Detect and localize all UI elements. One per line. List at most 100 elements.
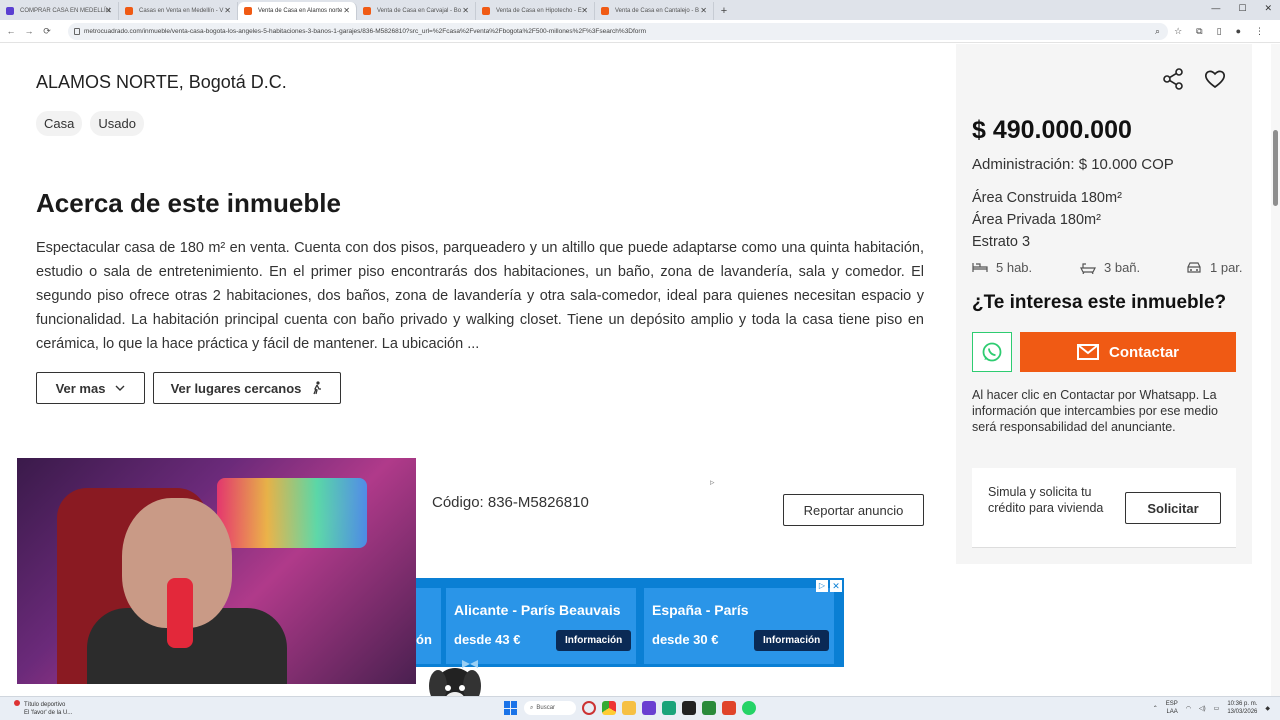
ver-mas-button[interactable]: Ver mas (36, 372, 145, 404)
ver-mas-label: Ver mas (55, 380, 106, 396)
ad-info-button[interactable]: Información (754, 630, 830, 651)
reload-icon[interactable]: ⟳ (40, 26, 54, 37)
extensions-icon[interactable]: ⧉ (1196, 26, 1202, 37)
feature-bedrooms: 5 hab. (972, 260, 1032, 275)
close-icon[interactable]: ✕ (581, 6, 588, 15)
close-icon[interactable]: ✕ (343, 6, 350, 15)
tab-favicon-icon (482, 7, 490, 15)
chevron-up-icon[interactable]: ⌃ (1153, 705, 1158, 712)
share-icon[interactable] (1162, 68, 1184, 90)
battery-icon[interactable]: ▭ (1214, 705, 1220, 712)
listing-code: Código: 836-M5826810 (432, 494, 589, 511)
window-controls: — ☐ ✕ (1211, 3, 1272, 14)
browser-tab[interactable]: Casas en Venta en Medellín - V ✕ (119, 2, 238, 20)
tab-label: Venta de Casa en Hipotecho - E (496, 8, 582, 14)
contactar-label: Contactar (1108, 343, 1179, 361)
bed-icon (972, 263, 988, 272)
chrome-icon[interactable] (602, 701, 616, 715)
url-field[interactable]: metrocuadrado.com/inmueble/venta-casa-bo… (68, 22, 1168, 40)
profile-avatar-icon[interactable]: ● (1236, 26, 1241, 37)
brave-icon[interactable] (722, 701, 736, 715)
estrato: Estrato 3 (972, 234, 1031, 250)
bookmark-star-icon[interactable]: ☆ (1174, 26, 1182, 37)
forward-icon[interactable]: → (22, 26, 36, 36)
news-title: Título deportivo (24, 702, 66, 708)
whatsapp-button[interactable] (972, 332, 1012, 372)
tab-label: COMPRAR CASA EN MEDELLÍN (20, 8, 111, 14)
browser-tab[interactable]: Venta de Casa en Carvajal - Bo ✕ (357, 2, 476, 20)
administration-fee: Administración: $ 10.000 COP (972, 156, 1174, 173)
language-indicator[interactable]: ESP LAA (1166, 700, 1178, 716)
ad-close-icon[interactable]: ✕ (830, 580, 842, 592)
heart-icon[interactable] (1204, 68, 1226, 90)
close-window-icon[interactable]: ✕ (1264, 3, 1272, 14)
credit-text: Simula y solicita tu crédito para vivien… (988, 485, 1104, 515)
sidebar-icon[interactable]: ▯ (1217, 26, 1222, 37)
tag-condition: Usado (90, 111, 144, 136)
solicitar-button[interactable]: Solicitar (1125, 492, 1221, 524)
feature-parking: 1 par. (1186, 260, 1243, 275)
walking-person-icon (313, 381, 322, 395)
tab-label: Casas en Venta en Medellín - V (139, 8, 224, 14)
new-tab-button[interactable]: + (714, 2, 734, 20)
mouse-cursor-icon: ▹ (710, 477, 715, 487)
time-label: 10:36 p. m. (1227, 701, 1258, 707)
wifi-icon[interactable]: ◠ (1186, 705, 1191, 712)
url-text: metrocuadrado.com/inmueble/venta-casa-bo… (84, 27, 647, 35)
tab-favicon-icon (363, 7, 371, 15)
close-icon[interactable]: ✕ (224, 6, 231, 15)
windows-start-icon[interactable] (504, 701, 518, 715)
ad-info-button[interactable]: Información (556, 630, 632, 651)
ad-card[interactable]: ón (416, 588, 441, 664)
menu-icon[interactable]: ⋮ (1255, 26, 1264, 37)
app-icon[interactable] (682, 701, 696, 715)
close-icon[interactable]: ✕ (462, 6, 469, 15)
scroll-thumb[interactable] (1273, 130, 1278, 206)
app-icon[interactable] (662, 701, 676, 715)
whatsapp-icon[interactable] (742, 701, 756, 715)
lang-label-2: LAA (1166, 709, 1178, 715)
tab-favicon-icon (125, 7, 133, 15)
close-icon[interactable]: ✕ (105, 6, 112, 15)
browser-tab[interactable]: Venta de Casa en Hipotecho - E ✕ (476, 2, 595, 20)
browser-tab-active[interactable]: Venta de Casa en Alamos norte ✕ (238, 2, 357, 20)
tab-label: Venta de Casa en Alamos norte (258, 8, 343, 14)
terminal-icon[interactable] (702, 701, 716, 715)
ad-card-title: Alicante - París Beauvais (454, 602, 621, 618)
ad-card[interactable]: Alicante - París Beauvais desde 43 € Inf… (446, 588, 636, 664)
ad-info-icon[interactable]: ▷ (816, 580, 828, 592)
news-badge-icon (14, 700, 20, 706)
contactar-button[interactable]: Contactar (1020, 332, 1236, 372)
minimize-icon[interactable]: — (1211, 3, 1220, 14)
listing-description: Espectacular casa de 180 m² en venta. Cu… (36, 240, 924, 352)
contact-disclaimer: Al hacer clic en Contactar por Whatsapp.… (972, 388, 1218, 434)
page-scrollbar[interactable] (1271, 44, 1280, 696)
parking-label: 1 par. (1210, 260, 1243, 275)
ad-card[interactable]: España - París desde 30 € Información (644, 588, 834, 664)
feature-bathrooms: 3 bañ. (1080, 260, 1140, 275)
browser-tab[interactable]: COMPRAR CASA EN MEDELLÍN ✕ (0, 2, 119, 20)
app-icon[interactable] (642, 701, 656, 715)
opera-icon[interactable] (582, 701, 596, 715)
news-subtitle: El 'favor' de la U... (24, 710, 73, 716)
file-explorer-icon[interactable] (622, 701, 636, 715)
close-icon[interactable]: ✕ (700, 6, 707, 15)
back-icon[interactable]: ← (4, 26, 18, 36)
clock[interactable]: 10:36 p. m. 13/03/2026 (1227, 700, 1257, 716)
reportar-anuncio-button[interactable]: Reportar anuncio (783, 494, 924, 526)
news-widget[interactable]: Título deportivo El 'favor' de la U... (14, 700, 72, 717)
os-taskbar: Título deportivo El 'favor' de la U... ⌕… (0, 696, 1280, 720)
ad-banner[interactable]: ón Alicante - París Beauvais desde 43 € … (416, 578, 844, 667)
volume-icon[interactable]: ◁) (1199, 705, 1206, 712)
maximize-icon[interactable]: ☐ (1238, 3, 1246, 14)
notification-icon[interactable]: ◆ (1265, 705, 1270, 712)
lang-label: ESP (1165, 701, 1178, 707)
taskbar-search[interactable]: ⌕ Buscar (524, 701, 576, 715)
bathtub-icon (1080, 262, 1096, 274)
ad-card-price: desde 43 € (454, 632, 521, 647)
tab-label: Venta de Casa en Cantalejo - B (615, 8, 700, 14)
browser-tab[interactable]: Venta de Casa en Cantalejo - B ✕ (595, 2, 714, 20)
ver-lugares-cercanos-button[interactable]: Ver lugares cercanos (153, 372, 341, 404)
zoom-icon[interactable]: ⌕ (1155, 26, 1160, 37)
search-icon: ⌕ (530, 704, 534, 711)
